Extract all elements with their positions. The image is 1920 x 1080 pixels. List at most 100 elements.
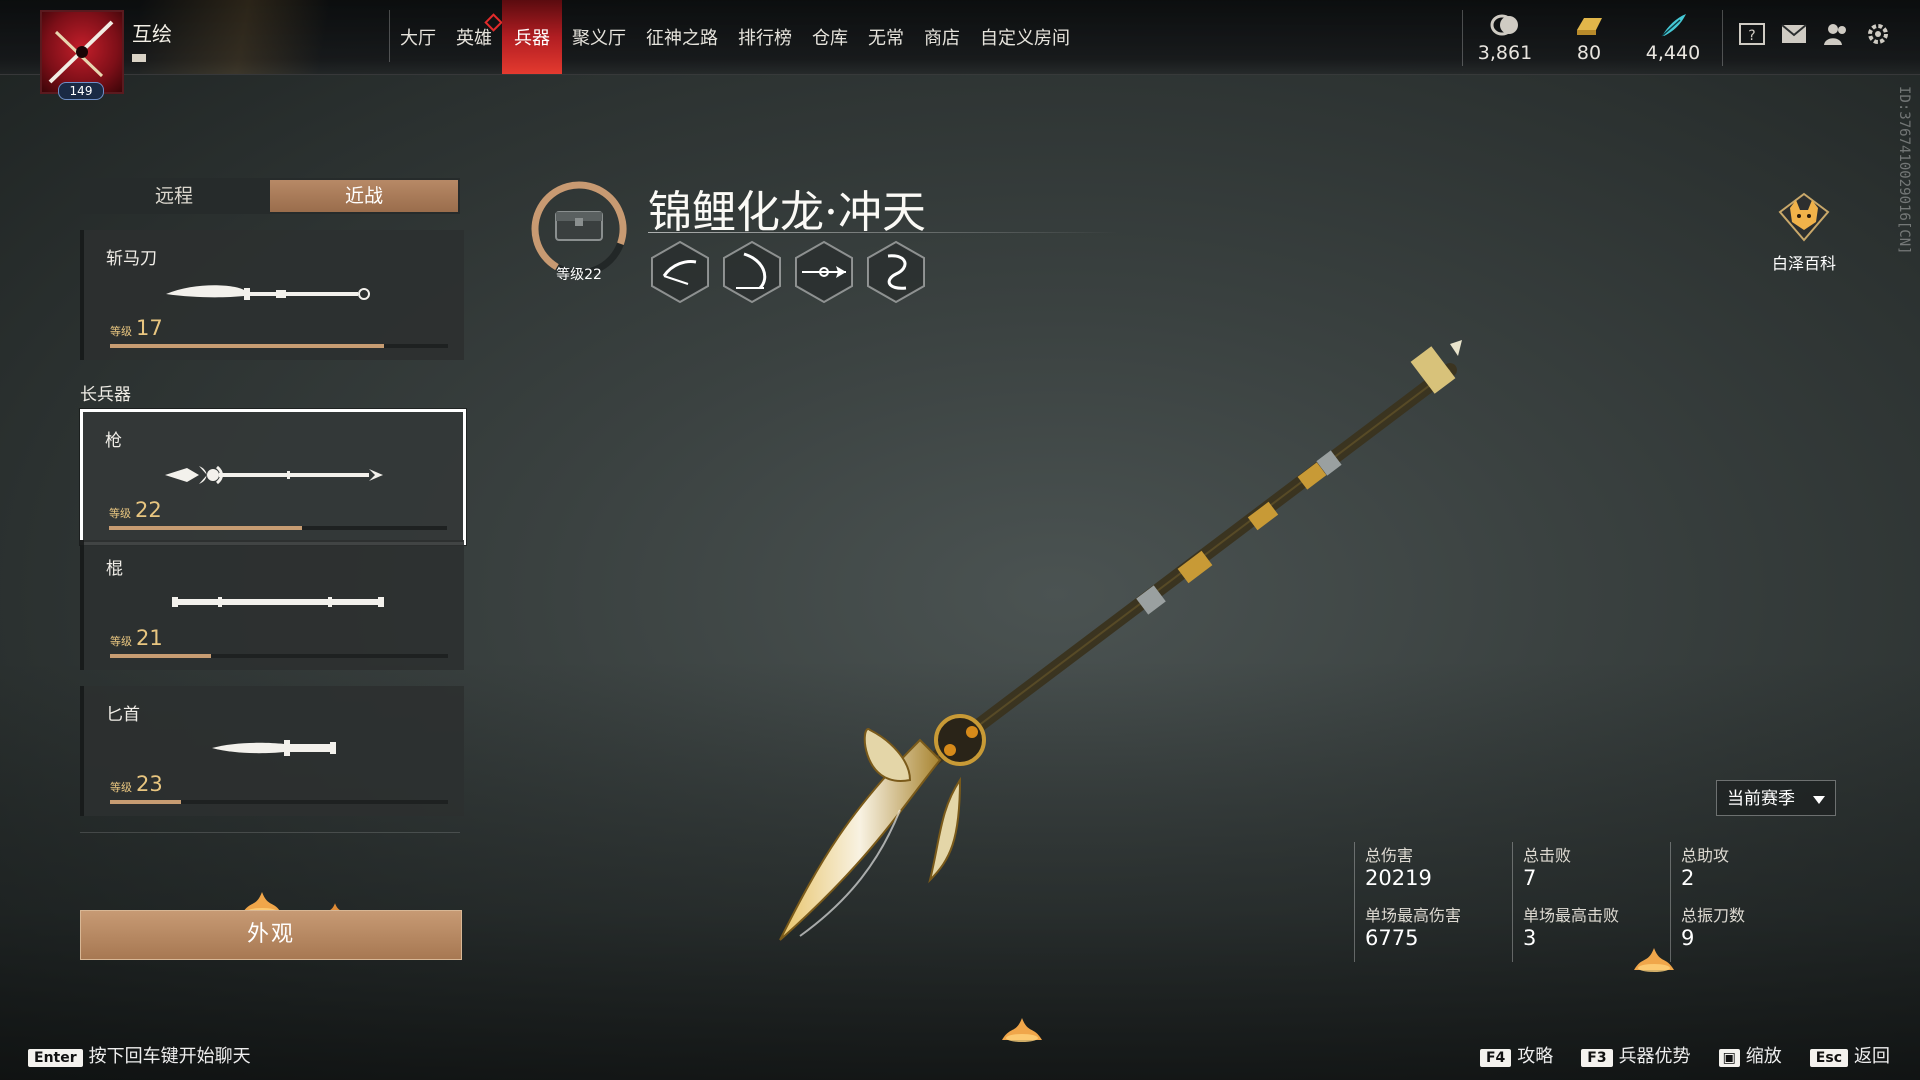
hotkey-bar: F4 攻略 F3 兵器优势 ▣ 缩放 Esc 返回 <box>1479 1042 1890 1068</box>
ink-brush-decoration <box>140 0 400 74</box>
feather-icon <box>1631 12 1715 40</box>
crossed-swords-icon <box>48 20 114 84</box>
player-name: 互绘 <box>132 22 172 46</box>
skill-spin-icon[interactable] <box>864 240 928 304</box>
category-label-polearms: 长兵器 <box>80 385 131 405</box>
weapon-name: 匕首 <box>106 705 140 725</box>
svg-text:?: ? <box>1748 28 1755 44</box>
floating-lotus-lantern <box>1002 1018 1042 1042</box>
weapon-progress-bar <box>110 800 448 804</box>
nav-weapons[interactable]: 兵器 <box>502 0 562 74</box>
currency-bar: 3,861 80 4,440 <box>1463 0 1715 74</box>
stat-label: 总振刀数 <box>1681 906 1746 925</box>
mail-icon[interactable] <box>1780 20 1808 48</box>
glaive-icon <box>166 285 370 300</box>
weapon-type-tabs: 远程 近战 <box>80 178 460 214</box>
stat-column-damage: 总伤害 20219 单场最高伤害 6775 <box>1354 842 1515 962</box>
feather-value: 4,440 <box>1645 42 1701 64</box>
hotkey-back[interactable]: Esc 返回 <box>1809 1042 1890 1068</box>
currency-gold[interactable]: 80 <box>1547 0 1631 74</box>
player-level-badge: 149 <box>58 82 104 100</box>
nav-heroes-label: 英雄 <box>456 28 492 49</box>
weapon-progress-bar <box>110 654 448 658</box>
weapon-level: 等级 23 <box>110 772 163 796</box>
nav-heroes[interactable]: 英雄 <box>446 0 503 74</box>
vertical-id-watermark: ID:3767410029016[CN] <box>1896 86 1912 255</box>
chat-hint[interactable]: Enter 按下回车键开始聊天 <box>28 1042 251 1068</box>
stat-label: 总击败 <box>1523 846 1572 865</box>
skill-sweep-icon[interactable] <box>720 240 784 304</box>
coins-value: 3,861 <box>1477 42 1533 64</box>
nav-leaderboard[interactable]: 排行榜 <box>728 0 802 74</box>
system-icons: ? <box>1738 20 1892 48</box>
stat-total-kills: 7 <box>1523 866 1537 890</box>
settings-gear-icon[interactable] <box>1864 20 1892 48</box>
weapon-level-text: 等级22 <box>556 267 602 283</box>
gold-bar-icon <box>1547 12 1631 40</box>
player-tag <box>132 54 146 62</box>
panel-divider <box>80 832 460 833</box>
stat-column-assists: 总助攻 2 总振刀数 9 <box>1670 842 1831 962</box>
weapon-card-qiang[interactable]: 枪 等级 22 <box>80 409 466 545</box>
chat-hint-text: 按下回车键开始聊天 <box>88 1046 251 1067</box>
gold-value: 80 <box>1576 42 1602 64</box>
fox-spirit-icon <box>1778 192 1830 242</box>
skill-slash-left-icon[interactable] <box>648 240 712 304</box>
nav-road-to-god[interactable]: 征神之路 <box>636 0 728 74</box>
baize-label: 白泽百科 <box>1771 254 1836 273</box>
mouse-icon: ▣ <box>1718 1049 1740 1067</box>
weapon-card-gun[interactable]: 棍 等级 21 <box>80 540 464 670</box>
tab-melee[interactable]: 近战 <box>270 180 458 212</box>
dagger-icon <box>212 740 336 756</box>
system-divider <box>1722 10 1723 66</box>
nav-wuchang[interactable]: 无常 <box>858 0 914 74</box>
nav-custom-room[interactable]: 自定义房间 <box>970 0 1080 74</box>
weapon-level: 等级 22 <box>109 498 162 522</box>
weapon-skill-icons <box>648 240 928 304</box>
weapon-card-bishou[interactable]: 匕首 等级 23 <box>80 686 464 816</box>
staff-icon <box>172 597 384 607</box>
hotkey-zoom[interactable]: ▣ 缩放 <box>1718 1042 1782 1068</box>
weapon-progress-bar <box>109 526 447 530</box>
stat-label: 单场最高伤害 <box>1365 906 1462 925</box>
hotkey-guide[interactable]: F4 攻略 <box>1479 1042 1553 1068</box>
weapon-name: 枪 <box>105 431 122 451</box>
friends-icon[interactable] <box>1822 20 1850 48</box>
currency-feather[interactable]: 4,440 <box>1631 0 1715 74</box>
season-dropdown[interactable]: 当前赛季 <box>1716 780 1836 816</box>
weapon-level: 等级 17 <box>110 316 163 340</box>
title-underline <box>648 232 1118 233</box>
nav-warehouse[interactable]: 仓库 <box>802 0 858 74</box>
weapon-card-zhanmadao[interactable]: 斩马刀 等级 17 <box>80 230 464 360</box>
stat-total-assists: 2 <box>1681 866 1695 890</box>
nav-guild-hall[interactable]: 聚义厅 <box>562 0 636 74</box>
hotkey-weapon-advantage[interactable]: F3 兵器优势 <box>1581 1042 1691 1068</box>
spear-icon <box>165 465 383 485</box>
stat-total-damage: 20219 <box>1365 866 1432 890</box>
main-nav: 大厅 英雄 兵器 聚义厅 征神之路 排行榜 仓库 无常 商店 自定义房间 <box>390 0 1080 74</box>
stat-max-damage: 6775 <box>1365 926 1419 950</box>
stat-column-kills: 总击败 7 单场最高击败 3 <box>1512 842 1673 962</box>
nav-lobby[interactable]: 大厅 <box>390 0 446 74</box>
help-book-icon[interactable]: ? <box>1738 20 1766 48</box>
currency-coins[interactable]: 3,861 <box>1463 0 1547 74</box>
tab-ranged[interactable]: 远程 <box>80 178 268 214</box>
stat-label: 单场最高击败 <box>1523 906 1620 925</box>
enter-key-label: Enter <box>28 1049 83 1067</box>
weapon-name: 棍 <box>106 559 123 579</box>
weapon-name: 斩马刀 <box>106 249 157 269</box>
skill-thrust-icon[interactable] <box>792 240 856 304</box>
stat-max-kills: 3 <box>1523 926 1537 950</box>
weapon-progress-bar <box>110 344 448 348</box>
appearance-button[interactable]: 外观 <box>80 910 462 960</box>
chevron-down-icon <box>1813 796 1825 804</box>
season-dropdown-value: 当前赛季 <box>1727 789 1795 809</box>
stat-label: 总伤害 <box>1365 846 1414 865</box>
nav-shop[interactable]: 商店 <box>914 0 970 74</box>
weapon-level: 等级 21 <box>110 626 163 650</box>
top-bar: 149 互绘 大厅 英雄 兵器 聚义厅 征神之路 排行榜 仓库 无常 商店 自定… <box>0 0 1920 100</box>
stat-label: 总助攻 <box>1681 846 1730 865</box>
coin-icon <box>1463 12 1547 40</box>
baize-encyclopedia[interactable]: 白泽百科 <box>1758 190 1850 274</box>
weapon-skin-title: 锦鲤化龙·冲天 <box>648 187 926 238</box>
